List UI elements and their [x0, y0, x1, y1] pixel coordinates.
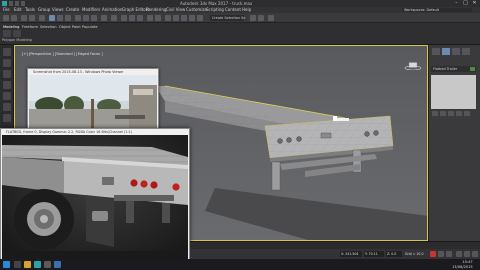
next-frame-button[interactable]: [446, 251, 452, 257]
motion-tab-icon[interactable]: [462, 48, 470, 55]
ribbon-polygon-button[interactable]: [13, 30, 21, 37]
time-slider[interactable]: [190, 241, 480, 256]
windows-taskbar: 15:47 13/08/2015: [0, 259, 480, 270]
start-button-icon[interactable]: [3, 261, 10, 268]
3ds-max-application: Autodesk 3ds Max 2017 - truck.max – □ ✕ …: [0, 0, 480, 270]
pivot-icon[interactable]: [111, 15, 117, 21]
taskbar-search-icon[interactable]: [14, 261, 21, 268]
angle-snap-icon[interactable]: [129, 15, 135, 21]
mirror-icon[interactable]: [147, 15, 153, 21]
create-tab-icon[interactable]: [432, 48, 440, 55]
filter-dropdown[interactable]: [39, 15, 45, 21]
motion-icon[interactable]: [3, 92, 11, 100]
close-button[interactable]: ✕: [470, 1, 479, 6]
align-icon[interactable]: [155, 15, 161, 21]
quick-access-save-icon[interactable]: [21, 1, 25, 6]
move-icon[interactable]: [75, 15, 81, 21]
make-unique-icon[interactable]: [448, 111, 454, 116]
snap-toggle-icon[interactable]: [121, 15, 127, 21]
redo-icon[interactable]: [11, 15, 17, 21]
auto-key-button[interactable]: [430, 251, 436, 257]
scale-icon[interactable]: [91, 15, 97, 21]
ribbon-tab-object-paint[interactable]: Object Paint: [59, 25, 81, 29]
rendered-trailer-image: [2, 135, 188, 269]
select-object-icon[interactable]: [49, 15, 55, 21]
configure-modifier-sets-icon[interactable]: [464, 111, 470, 116]
ribbon-panel-label: Polygon Modeling: [2, 38, 32, 42]
rectangle-selection-icon[interactable]: [65, 15, 71, 21]
clock-date: 13/08/2015: [452, 264, 473, 269]
ribbon-tab-selection[interactable]: Selection: [40, 25, 57, 29]
status-bar: X: 241.504 Y: 70.11 Z: 0.0 Grid = 10.0: [190, 249, 480, 259]
ribbon-edit-button[interactable]: [3, 30, 11, 37]
render-setup-icon[interactable]: [197, 15, 203, 21]
pan-icon[interactable]: [472, 251, 478, 257]
rendered-frame-window[interactable]: FLATBED, frame 0, Display Gamma: 2.2, RG…: [0, 128, 190, 270]
remove-modifier-icon[interactable]: [456, 111, 462, 116]
title-bar: Autodesk 3ds Max 2017 - truck.max – □ ✕: [0, 0, 480, 7]
viewcube-icon[interactable]: [404, 62, 422, 70]
taskbar-photos-icon[interactable]: [44, 261, 51, 268]
percent-snap-icon[interactable]: [137, 15, 143, 21]
create-icon[interactable]: [3, 59, 11, 67]
app-logo-icon: [2, 1, 7, 6]
display-icon[interactable]: [3, 103, 11, 111]
link-icon[interactable]: [21, 15, 27, 21]
modifier-stack-list[interactable]: [431, 75, 476, 109]
ribbon-tab-populate[interactable]: Populate: [82, 25, 98, 29]
rotate-icon[interactable]: [83, 15, 89, 21]
reference-photo: [29, 75, 157, 135]
zoom-extents-icon[interactable]: [456, 251, 462, 257]
main-toolbar: Create Selection Se: [0, 13, 480, 23]
orbit-icon[interactable]: [464, 251, 470, 257]
render-teapot-icon[interactable]: [268, 15, 274, 21]
minimize-button[interactable]: –: [452, 1, 461, 6]
undo-icon[interactable]: [3, 15, 9, 21]
scene-explorer-icon[interactable]: [3, 48, 11, 56]
z-coordinate-field[interactable]: Z: 0.0: [386, 251, 402, 257]
y-coordinate-field[interactable]: Y: 70.11: [364, 251, 384, 257]
taskbar-app-icon[interactable]: [54, 261, 61, 268]
curve-editor-icon[interactable]: [173, 15, 179, 21]
material-editor-icon[interactable]: [189, 15, 195, 21]
select-by-name-icon[interactable]: [57, 15, 63, 21]
schematic-view-icon[interactable]: [181, 15, 187, 21]
taskbar-clock[interactable]: 15:47 13/08/2015: [452, 260, 473, 269]
window-title: Autodesk 3ds Max 2017 - truck.max: [180, 1, 253, 6]
grid-size-label: Grid = 10.0: [405, 252, 424, 256]
quick-access-new-icon[interactable]: [9, 1, 13, 6]
unlink-icon[interactable]: [29, 15, 35, 21]
taskbar-3dsmax-icon[interactable]: [34, 261, 41, 268]
reference-coord-dropdown[interactable]: [101, 15, 107, 21]
quick-access-open-icon[interactable]: [15, 1, 19, 6]
named-selection-set-dropdown[interactable]: Create Selection Se: [210, 15, 245, 21]
layer-explorer-icon[interactable]: [165, 15, 171, 21]
pin-stack-icon[interactable]: [432, 111, 438, 116]
hierarchy-tab-icon[interactable]: [452, 48, 460, 55]
modify-icon[interactable]: [3, 70, 11, 78]
reference-photo-window[interactable]: Screenshot from 2015-08-13 - Windows Pho…: [27, 68, 159, 136]
x-coordinate-field[interactable]: X: 241.504: [340, 251, 362, 257]
workspace-dropdown[interactable]: Workspaces: Default: [402, 8, 472, 12]
maximize-button[interactable]: □: [461, 1, 470, 6]
ribbon: Modeling Freeform Selection Object Paint…: [0, 23, 480, 45]
viewport-label[interactable]: [+] [Perspective ] [Standard ] [Edged Fa…: [22, 52, 103, 56]
show-end-result-icon[interactable]: [440, 111, 446, 116]
ribbon-tab-freeform[interactable]: Freeform: [22, 25, 38, 29]
render-frame-icon[interactable]: [250, 15, 256, 21]
utilities-icon[interactable]: [3, 114, 11, 122]
play-button[interactable]: [438, 251, 444, 257]
hierarchy-icon[interactable]: [3, 81, 11, 89]
modify-tab-icon[interactable]: [442, 48, 450, 55]
object-color-swatch[interactable]: [470, 67, 475, 71]
ribbon-tab-modeling[interactable]: Modeling: [3, 25, 19, 29]
render-production-icon[interactable]: [258, 15, 264, 21]
taskbar-explorer-icon[interactable]: [24, 261, 31, 268]
